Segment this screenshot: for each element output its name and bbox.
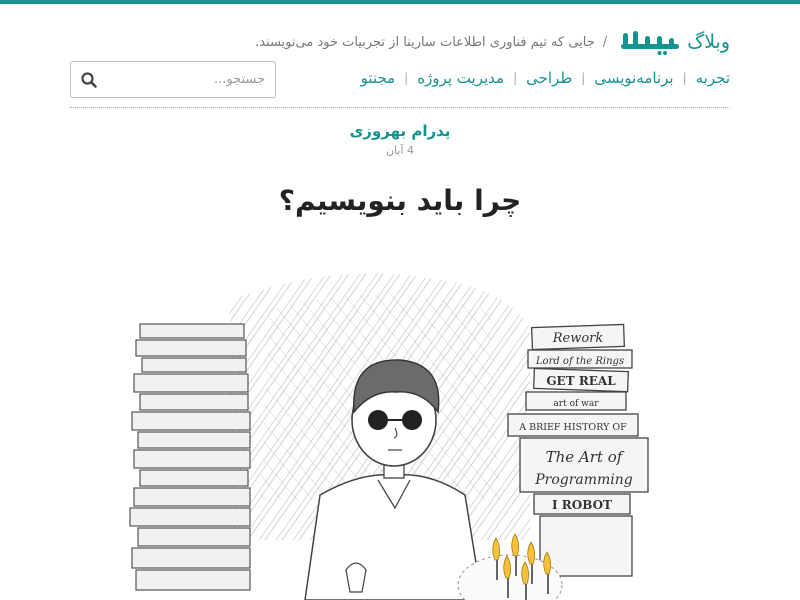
book-title-brief-history: A BRIEF HISTORY OF	[518, 422, 627, 433]
nav-separator: |	[682, 71, 687, 85]
post-illustration: Rework Lord of the Rings GET REAL art of…	[129, 273, 649, 600]
nav-separator: |	[513, 71, 518, 85]
book-title-artofwar: art of war	[553, 399, 599, 409]
top-accent-bar	[0, 0, 800, 4]
book-title-programming: Programming	[534, 472, 633, 488]
nav-item-project-management[interactable]: مدیریت پروژه	[417, 69, 504, 87]
left-book-stack	[129, 323, 251, 591]
site-tagline: جایی که تیم فناوری اطلاعات سارینا از تجر…	[255, 34, 595, 50]
post-author[interactable]: پدرام بهروزی	[0, 122, 800, 140]
nav-item-design[interactable]: طراحی	[526, 69, 572, 87]
nav-separator: |	[581, 71, 586, 85]
main-nav: تجربه | برنامه‌نویسی | طراحی | مدیریت پر…	[361, 66, 730, 90]
nav-item-magento[interactable]: مجنتو	[361, 69, 396, 87]
header-separator: /	[602, 34, 608, 50]
book-title-art-of: The Art of	[546, 448, 625, 466]
logo-mark-icon	[621, 31, 680, 55]
search-box	[70, 61, 276, 98]
search-icon[interactable]	[80, 71, 98, 89]
site-logo[interactable]: سارینا	[619, 28, 681, 56]
site-header: وبلاگ سارینا / جایی که تیم فناوری اطلاعا…	[255, 26, 730, 58]
nav-item-programming[interactable]: برنامه‌نویسی	[594, 69, 673, 87]
book-title-irobot: I ROBOT	[552, 498, 612, 512]
header-divider	[70, 107, 730, 108]
post-title: چرا باید بنویسیم؟	[278, 184, 522, 217]
search-input[interactable]	[105, 64, 265, 95]
post-date: 4 آبان	[385, 144, 415, 157]
nav-item-experience[interactable]: تجربه	[696, 69, 730, 87]
book-title-rework: Rework	[552, 331, 604, 346]
blog-label[interactable]: وبلاگ	[687, 31, 730, 53]
book-title-getreal: GET REAL	[546, 374, 616, 388]
nav-separator: |	[404, 71, 409, 85]
book-title-lotr: Lord of the Rings	[535, 356, 624, 367]
